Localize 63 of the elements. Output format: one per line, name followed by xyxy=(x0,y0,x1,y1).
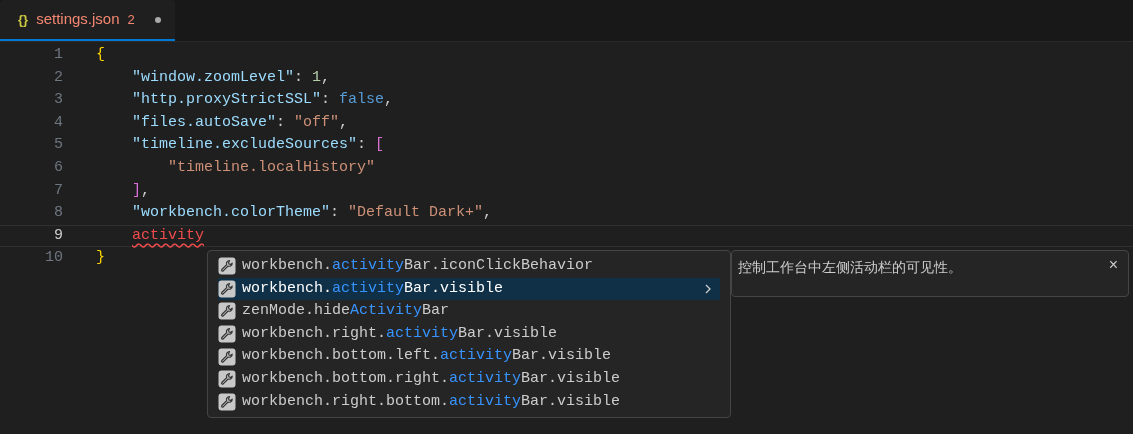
code-token: : xyxy=(321,90,332,111)
problem-count: 2 xyxy=(127,10,135,29)
line-number: 9 xyxy=(53,225,63,246)
chevron-right-icon[interactable] xyxy=(704,282,712,295)
code-token: , xyxy=(339,112,349,133)
line-number: 10 xyxy=(44,248,63,269)
line-number: 5 xyxy=(53,135,63,156)
line-number: 3 xyxy=(53,90,63,111)
suggestion-label: workbench.activityBar.visible xyxy=(242,278,505,299)
line-number: 8 xyxy=(53,203,63,224)
code-token: "files.autoSave" xyxy=(132,112,277,133)
line-number: 1 xyxy=(53,45,63,66)
code-token: "Default Dark+" xyxy=(348,203,484,224)
suggestion-item[interactable]: workbench.right.activityBar.visible xyxy=(218,322,720,346)
code-token: : xyxy=(276,112,287,133)
suggestion-label: workbench.bottom.right.activityBar.visible xyxy=(242,369,622,389)
suggestion-item[interactable]: zenMode.hideActivityBar xyxy=(218,300,720,323)
wrench-icon xyxy=(218,325,236,344)
suggestion-label: workbench.right.bottom.activityBar.visible xyxy=(242,391,622,412)
line-number: 4 xyxy=(53,112,63,133)
suggestion-item[interactable]: workbench.right.bottom.activityBar.visible xyxy=(218,390,720,414)
line-number: 6 xyxy=(53,158,63,178)
suggestion-label: workbench.bottom.left.activityBar.visible xyxy=(242,346,613,367)
code-token: } xyxy=(96,248,105,269)
code-token: "off" xyxy=(294,112,340,133)
suggestion-label: zenMode.hideActivityBar xyxy=(242,301,451,322)
code-token: ] xyxy=(132,180,141,201)
code-token: { xyxy=(96,45,105,66)
code-token: [ xyxy=(375,135,385,156)
wrench-icon xyxy=(218,279,236,298)
code-token: : xyxy=(357,135,368,156)
line-number: 2 xyxy=(53,67,63,88)
suggestion-label: workbench.activityBar.iconClickBehavior xyxy=(242,256,595,277)
suggestion-item[interactable]: workbench.activityBar.visible xyxy=(218,277,720,301)
code-token: , xyxy=(483,203,493,224)
code-token: : xyxy=(330,203,341,224)
wrench-icon xyxy=(218,392,236,411)
code-token: : xyxy=(294,67,305,88)
suggestion-item[interactable]: workbench.bottom.right.activityBar.visible xyxy=(218,367,720,391)
suggestion-item[interactable]: workbench.activityBar.iconClickBehavior xyxy=(218,255,720,278)
json-file-icon: {} xyxy=(18,9,29,30)
wrench-icon xyxy=(218,302,236,321)
editor-tab[interactable]: {} settings.json 2 xyxy=(0,0,175,41)
wrench-icon xyxy=(218,347,236,366)
code-token: "timeline.localHistory" xyxy=(168,158,376,178)
setting-description: 控制工作台中左侧活动栏的可见性。 xyxy=(738,258,962,277)
code-token: activity xyxy=(132,225,204,246)
suggestion-label: workbench.right.activityBar.visible xyxy=(242,323,559,344)
line-number: 7 xyxy=(53,180,63,201)
code-token: false xyxy=(339,90,385,111)
wrench-icon xyxy=(218,257,236,276)
code-token: , xyxy=(384,90,394,111)
code-token: , xyxy=(321,67,331,88)
close-button[interactable]: × xyxy=(1104,257,1122,273)
suggestion-item[interactable]: workbench.bottom.left.activityBar.visible xyxy=(218,345,720,368)
code-token: "http.proxyStrictSSL" xyxy=(132,90,322,111)
code-token: , xyxy=(141,180,151,201)
tab-title: settings.json xyxy=(36,9,120,30)
code-token: 1 xyxy=(312,67,322,88)
wrench-icon xyxy=(218,370,236,389)
code-token: "window.zoomLevel" xyxy=(132,67,295,88)
code-token: "timeline.excludeSources" xyxy=(132,135,358,156)
code-token: "workbench.colorTheme" xyxy=(132,203,331,224)
